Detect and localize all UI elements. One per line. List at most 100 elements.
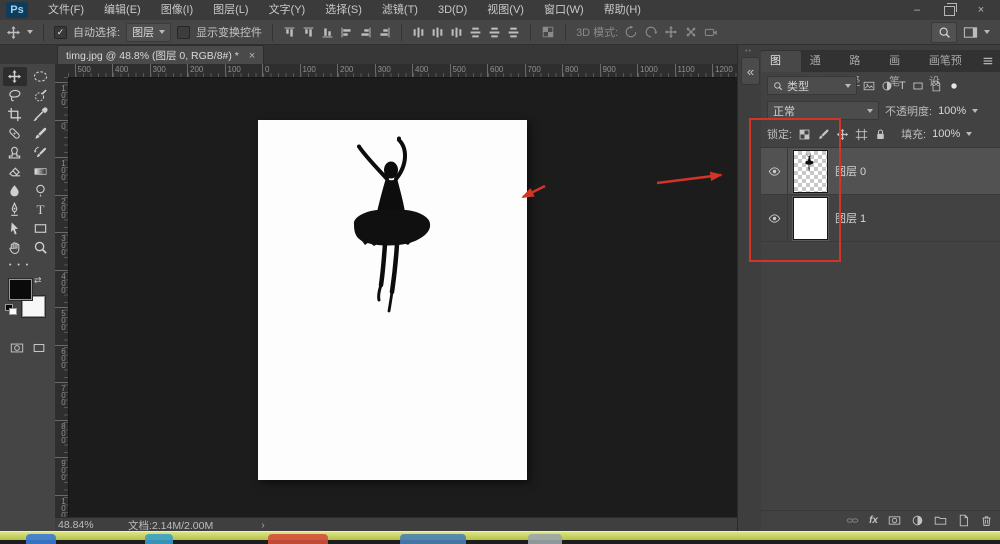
search-button[interactable] <box>931 22 957 43</box>
screen-mode-icon[interactable] <box>32 341 46 355</box>
3d-roll-icon[interactable] <box>644 25 658 39</box>
tab-channels[interactable]: 通道 <box>801 51 841 72</box>
3d-camera-icon[interactable] <box>704 25 718 39</box>
tool-pen[interactable] <box>3 200 27 219</box>
tool-quick-selection[interactable] <box>29 86 53 105</box>
tool-preset-chevron-icon[interactable] <box>27 30 33 34</box>
tab-brush[interactable]: 画笔 <box>880 51 920 72</box>
minimize-button[interactable]: – <box>910 4 924 16</box>
filter-type-dropdown[interactable]: 类型 <box>767 76 857 95</box>
lock-all-icon[interactable] <box>874 128 887 141</box>
new-layer-icon[interactable] <box>957 514 970 527</box>
align-left-edges-icon[interactable] <box>340 26 353 39</box>
3d-pan-icon[interactable] <box>664 25 678 39</box>
opacity-chevron-icon[interactable] <box>972 109 978 113</box>
taskbar-app-icon[interactable] <box>26 534 56 544</box>
taskbar-app-icon[interactable] <box>528 534 562 544</box>
distribute-horizontal-centers-icon[interactable] <box>488 26 501 39</box>
3d-slide-icon[interactable] <box>681 22 701 42</box>
panel-menu-icon[interactable] <box>981 54 995 68</box>
tool-dodge[interactable] <box>29 181 53 200</box>
tool-blur[interactable] <box>3 181 27 200</box>
3d-rotate-icon[interactable] <box>624 25 638 39</box>
show-transform-checkbox[interactable] <box>177 26 190 39</box>
tool-zoom[interactable] <box>29 238 53 257</box>
fill-value[interactable]: 100% <box>932 128 960 140</box>
tool-shape[interactable] <box>29 219 53 238</box>
distribute-vertical-centers-icon[interactable] <box>431 26 444 39</box>
filter-type-layers-icon[interactable]: T <box>899 80 906 92</box>
restore-button[interactable] <box>942 4 956 16</box>
tool-clone-stamp[interactable] <box>3 143 27 162</box>
taskbar-app-icon[interactable] <box>145 534 173 544</box>
document-canvas[interactable] <box>258 120 527 480</box>
edit-toolbar-ellipsis[interactable]: • • • <box>0 257 55 271</box>
auto-select-target-dropdown[interactable]: 图层 <box>126 23 171 42</box>
align-horizontal-centers-icon[interactable] <box>359 26 372 39</box>
tool-brush[interactable] <box>29 124 53 143</box>
align-bottom-edges-icon[interactable] <box>321 26 334 39</box>
menu-select[interactable]: 选择(S) <box>315 0 372 20</box>
filter-smart-objects-icon[interactable] <box>930 80 942 92</box>
menu-filter[interactable]: 滤镜(T) <box>372 0 428 20</box>
status-menu-arrow-icon[interactable]: › <box>261 519 265 531</box>
menu-help[interactable]: 帮助(H) <box>594 0 651 20</box>
quick-mask-mode-icon[interactable] <box>10 341 24 355</box>
zoom-level-field[interactable]: 48.84% <box>58 519 116 531</box>
workspace-switcher-icon[interactable] <box>963 25 978 40</box>
distribute-left-edges-icon[interactable] <box>469 26 482 39</box>
align-top-edges-icon[interactable] <box>283 26 296 39</box>
menu-layer[interactable]: 图层(L) <box>203 0 258 20</box>
tool-crop[interactable] <box>3 105 27 124</box>
foreground-color-swatch[interactable] <box>9 279 32 300</box>
tool-marquee[interactable] <box>29 67 53 86</box>
document-tab[interactable]: timg.jpg @ 48.8% (图层 0, RGB/8#) * × <box>57 45 264 65</box>
filter-pixel-layers-icon[interactable] <box>863 80 875 92</box>
tool-gradient[interactable] <box>29 162 53 181</box>
close-button[interactable]: × <box>974 4 988 16</box>
workspace-chevron-icon[interactable] <box>984 30 990 34</box>
align-vertical-centers-icon[interactable] <box>302 26 315 39</box>
distribute-top-edges-icon[interactable] <box>412 26 425 39</box>
tool-eraser[interactable] <box>3 162 27 181</box>
tool-hand[interactable] <box>3 238 27 257</box>
tab-brush-presets[interactable]: 画笔预设 <box>920 51 981 72</box>
layer-filtering-toggle-icon[interactable] <box>948 80 960 92</box>
menu-view[interactable]: 视图(V) <box>477 0 534 20</box>
tool-healing-brush[interactable] <box>3 124 27 143</box>
menu-edit[interactable]: 编辑(E) <box>94 0 151 20</box>
swap-colors-icon[interactable]: ⇄ <box>34 275 42 286</box>
tool-move[interactable] <box>3 67 27 86</box>
auto-align-layers-icon[interactable] <box>541 25 555 39</box>
tab-close-icon[interactable]: × <box>249 50 255 62</box>
opacity-value[interactable]: 100% <box>938 105 966 117</box>
taskbar-app-icon[interactable] <box>268 534 328 544</box>
link-layers-icon[interactable] <box>846 514 859 527</box>
tab-paths[interactable]: 路径 <box>840 51 880 72</box>
menu-window[interactable]: 窗口(W) <box>534 0 594 20</box>
distribute-bottom-edges-icon[interactable] <box>450 26 463 39</box>
tab-layers[interactable]: 图层 <box>761 51 801 72</box>
distribute-right-edges-icon[interactable] <box>507 26 520 39</box>
expand-panels-button[interactable]: « <box>741 57 760 85</box>
new-adjustment-layer-icon[interactable] <box>911 514 924 527</box>
filter-adjustment-layers-icon[interactable] <box>881 80 893 92</box>
new-group-icon[interactable] <box>934 514 947 527</box>
canvas-area[interactable]: 500 400 300 200 100 0 100 200 300 400 50… <box>55 64 737 517</box>
menu-type[interactable]: 文字(Y) <box>259 0 316 20</box>
tool-eyedropper[interactable] <box>29 105 53 124</box>
tool-history-brush[interactable] <box>29 143 53 162</box>
menu-image[interactable]: 图像(I) <box>151 0 203 20</box>
lock-artboard-icon[interactable] <box>855 128 868 141</box>
fill-chevron-icon[interactable] <box>966 132 972 136</box>
tool-lasso[interactable] <box>3 86 27 105</box>
layer-style-fx-button[interactable]: fx <box>869 515 878 526</box>
menu-3d[interactable]: 3D(D) <box>428 0 477 20</box>
delete-layer-icon[interactable] <box>980 514 993 527</box>
tool-type[interactable]: T <box>29 200 53 219</box>
tool-path-selection[interactable] <box>3 219 27 238</box>
auto-select-checkbox[interactable]: ✓ <box>54 26 67 39</box>
filter-shape-layers-icon[interactable] <box>912 80 924 92</box>
default-colors-icon[interactable] <box>5 304 15 313</box>
menu-file[interactable]: 文件(F) <box>38 0 94 20</box>
